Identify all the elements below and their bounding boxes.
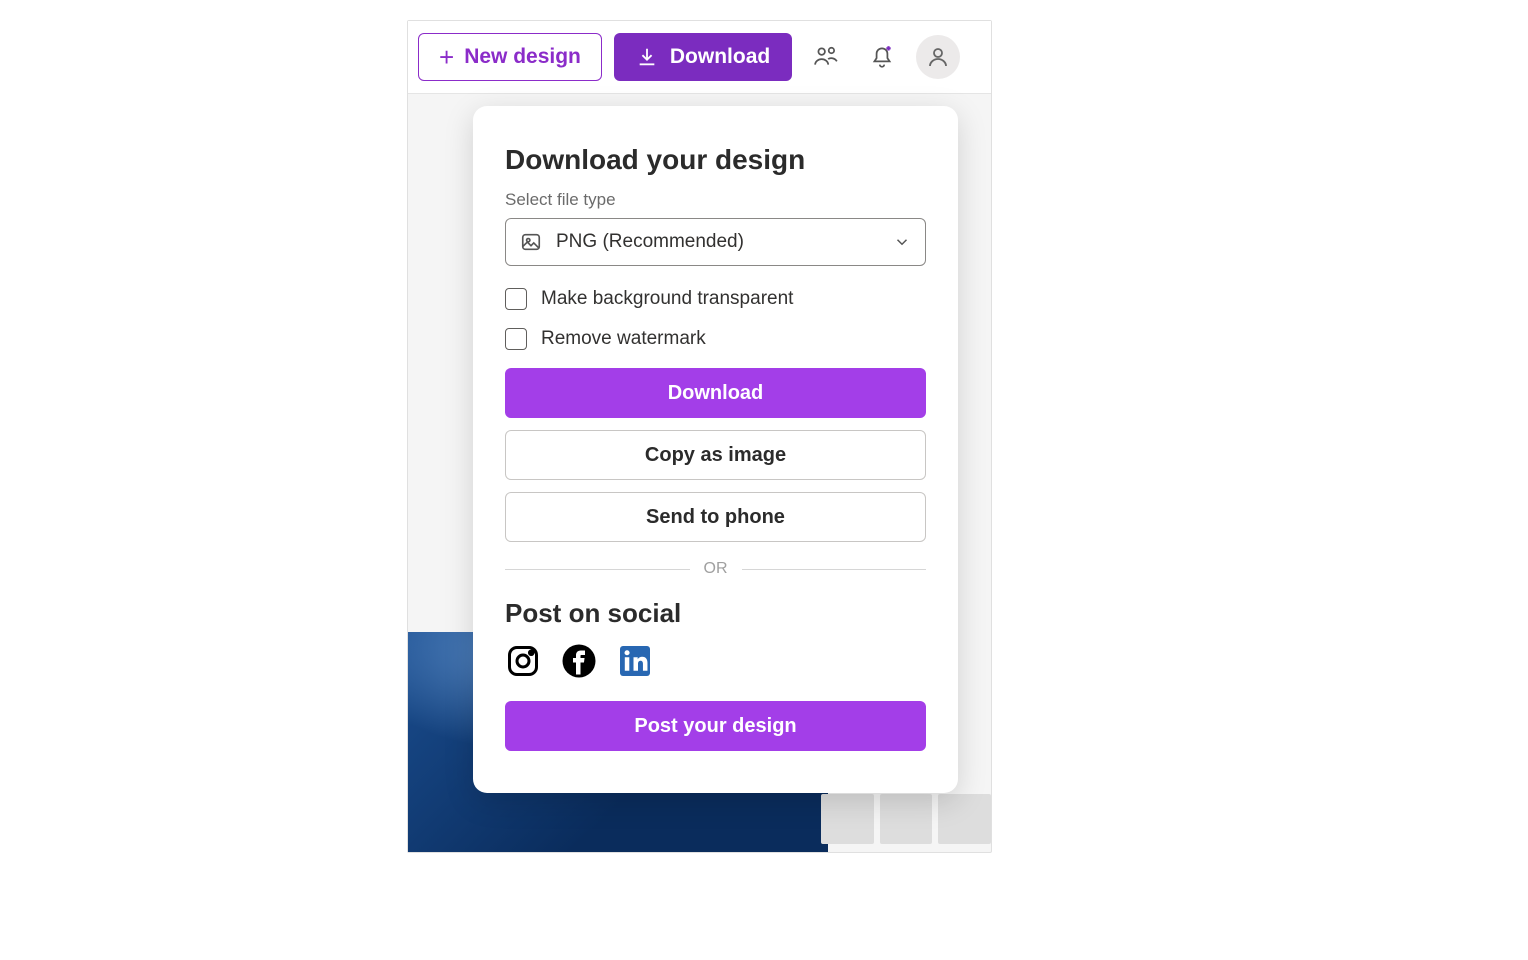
transparent-bg-checkbox[interactable]: Make background transparent bbox=[505, 288, 926, 310]
panel-title: Download your design bbox=[505, 144, 926, 176]
checkbox-label: Make background transparent bbox=[541, 288, 793, 310]
checkbox-box bbox=[505, 288, 527, 310]
profile-button[interactable] bbox=[916, 35, 960, 79]
thumbnail[interactable] bbox=[938, 794, 991, 844]
app-window: + New design Download bbox=[407, 20, 992, 853]
checkbox-box bbox=[505, 328, 527, 350]
post-your-design-button[interactable]: Post your design bbox=[505, 701, 926, 751]
new-design-label: New design bbox=[464, 45, 581, 69]
checkbox-label: Remove watermark bbox=[541, 328, 706, 350]
user-icon bbox=[926, 45, 950, 69]
download-panel: Download your design Select file type PN… bbox=[473, 106, 958, 793]
file-type-value: PNG (Recommended) bbox=[556, 231, 879, 253]
thumbnail[interactable] bbox=[821, 794, 874, 844]
notifications-button[interactable] bbox=[860, 35, 904, 79]
plus-icon: + bbox=[439, 44, 454, 70]
or-divider: OR bbox=[505, 560, 926, 578]
send-to-phone-button[interactable]: Send to phone bbox=[505, 492, 926, 542]
post-on-social-title: Post on social bbox=[505, 598, 926, 629]
bell-sparkle-icon bbox=[869, 44, 895, 70]
download-label: Download bbox=[670, 45, 770, 69]
people-icon bbox=[813, 44, 839, 70]
new-design-button[interactable]: + New design bbox=[418, 33, 602, 81]
download-action-button[interactable]: Download bbox=[505, 368, 926, 418]
top-toolbar: + New design Download bbox=[408, 21, 991, 94]
thumbnail-row bbox=[821, 794, 991, 844]
file-type-select[interactable]: PNG (Recommended) bbox=[505, 218, 926, 266]
download-icon bbox=[636, 46, 658, 68]
download-button[interactable]: Download bbox=[614, 33, 792, 81]
instagram-icon[interactable] bbox=[505, 643, 541, 679]
linkedin-icon[interactable] bbox=[617, 643, 653, 679]
image-icon bbox=[520, 231, 542, 253]
people-button[interactable] bbox=[804, 35, 848, 79]
social-icons-row bbox=[505, 643, 926, 679]
remove-watermark-checkbox[interactable]: Remove watermark bbox=[505, 328, 926, 350]
chevron-down-icon bbox=[893, 233, 911, 251]
facebook-icon[interactable] bbox=[561, 643, 597, 679]
file-type-label: Select file type bbox=[505, 190, 926, 210]
copy-as-image-button[interactable]: Copy as image bbox=[505, 430, 926, 480]
thumbnail[interactable] bbox=[880, 794, 933, 844]
